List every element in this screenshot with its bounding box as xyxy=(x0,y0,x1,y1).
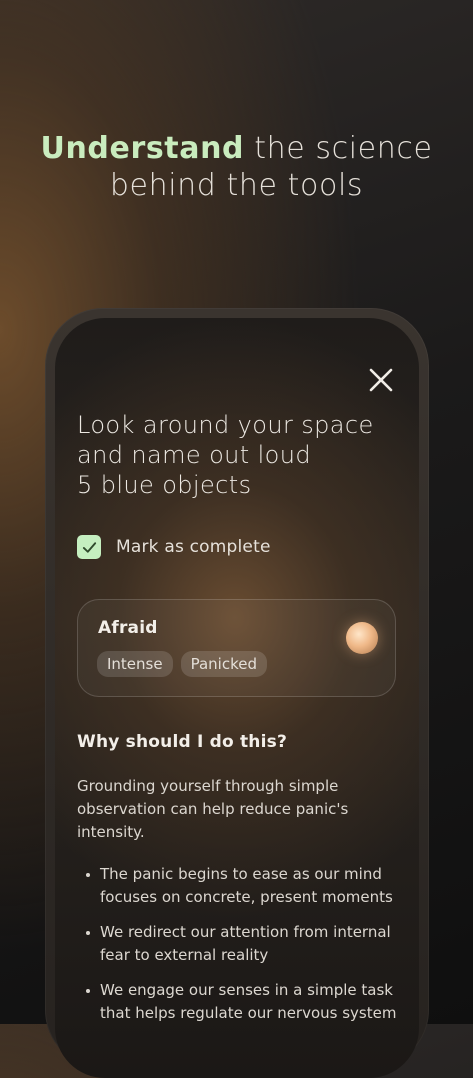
emotion-tags: Intense Panicked xyxy=(97,651,267,677)
headline-accent: Understand xyxy=(40,131,245,166)
mark-complete-checkbox[interactable] xyxy=(77,535,101,559)
promo-headline: Understand the science behind the tools xyxy=(0,130,473,204)
prompt-line-3: 5 blue objects xyxy=(77,471,252,499)
why-heading: Why should I do this? xyxy=(77,732,288,752)
tool-prompt: Look around your space and name out loud… xyxy=(77,410,407,500)
why-bullet-list: The panic begins to ease as our mind foc… xyxy=(77,863,407,1037)
emotion-title: Afraid xyxy=(98,618,158,638)
checkmark-icon xyxy=(82,541,96,553)
why-bullet: We engage our senses in a simple task th… xyxy=(77,979,407,1025)
emotion-tag: Panicked xyxy=(180,651,267,677)
headline-line1-rest: the science xyxy=(244,131,433,166)
prompt-line-2: and name out loud xyxy=(77,441,312,469)
mark-complete-label: Mark as complete xyxy=(116,537,271,557)
mark-complete-row[interactable]: Mark as complete xyxy=(77,535,271,559)
close-icon xyxy=(369,368,393,392)
tool-screen: Look around your space and name out loud… xyxy=(55,318,419,1078)
headline-line2: behind the tools xyxy=(109,168,364,203)
why-body: Grounding yourself through simple observ… xyxy=(77,777,349,841)
prompt-line-1: Look around your space xyxy=(77,411,374,439)
why-bullet: We redirect our attention from internal … xyxy=(77,921,407,967)
close-button[interactable] xyxy=(366,365,396,395)
emotion-card[interactable]: Afraid Intense Panicked xyxy=(77,599,396,697)
why-bullet: The panic begins to ease as our mind foc… xyxy=(77,863,407,909)
emotion-tag: Intense xyxy=(97,651,173,677)
emotion-orb-icon xyxy=(346,622,378,654)
